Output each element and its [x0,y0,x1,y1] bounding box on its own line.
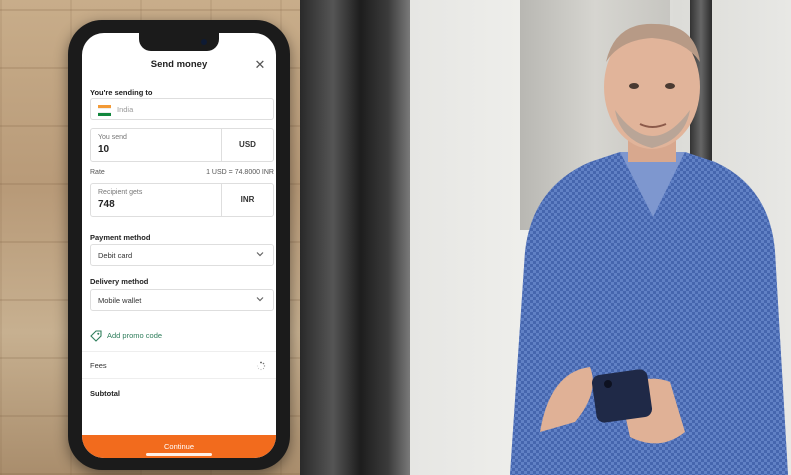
sending-to-label: You're sending to [90,88,153,97]
chevron-down-icon [256,252,264,257]
recipient-gets-label: Recipient gets [98,189,143,196]
chevron-down-icon [256,297,264,302]
you-send-value: 10 [98,144,110,155]
tag-icon [90,330,102,342]
recipient-gets-field[interactable]: Recipient gets 748 INR [90,183,274,217]
rate-row: Rate 1 USD = 74.8000 INR [90,169,274,176]
recipient-gets-value: 748 [98,199,115,210]
country-value: India [117,105,134,114]
payment-method-value: Debit card [98,251,133,260]
country-select[interactable]: India [90,98,274,120]
close-icon[interactable]: ✕ [252,55,268,75]
subtotal-label: Subtotal [90,389,120,398]
screen-header: Send money ✕ [82,55,276,77]
phone-device: Send money ✕ You're sending to India You… [68,20,290,470]
send-currency[interactable]: USD [221,129,273,161]
home-indicator [146,453,212,456]
phone-notch [139,33,219,51]
payment-method-label: Payment method [90,233,151,242]
you-send-field[interactable]: You send 10 USD [90,128,274,162]
delivery-method-label: Delivery method [90,277,149,286]
you-send-label: You send [98,134,127,141]
fees-label: Fees [90,361,107,370]
promo-label: Add promo code [107,331,163,340]
rate-value: 1 USD = 74.8000 INR [206,169,274,176]
camera-icon [201,39,207,45]
man-holding-phone [510,23,788,475]
send-money-screen: Send money ✕ You're sending to India You… [82,33,276,458]
page-title: Send money [150,59,208,70]
payment-method-select[interactable]: Debit card [90,244,274,266]
window-frame [300,0,410,475]
loading-spinner-icon [256,361,266,371]
delivery-method-value: Mobile wallet [98,296,142,305]
divider [82,351,276,352]
delivery-method-select[interactable]: Mobile wallet [90,289,274,311]
divider [82,378,276,379]
rate-label: Rate [90,169,105,176]
receive-currency[interactable]: INR [221,184,273,216]
india-flag-icon [98,105,111,116]
